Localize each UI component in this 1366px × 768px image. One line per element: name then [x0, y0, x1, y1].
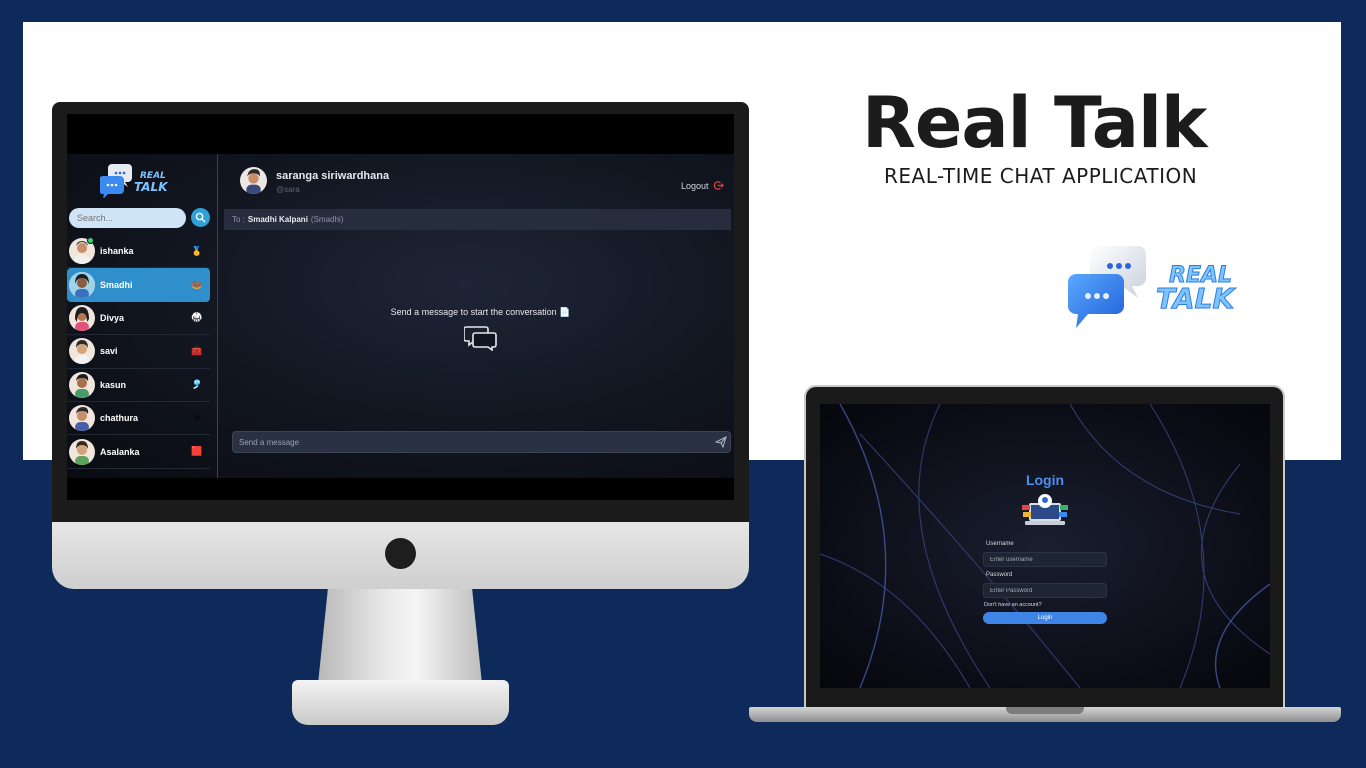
current-user-name: saranga siriwardhana	[276, 170, 390, 182]
search-input[interactable]	[69, 208, 186, 228]
username-input[interactable]	[983, 552, 1107, 567]
contact-item-kasun[interactable]: kasun 🎐	[67, 369, 210, 402]
logout-label: Logout	[681, 180, 709, 191]
online-indicator	[87, 237, 94, 244]
contact-emoji: 🍩	[191, 279, 203, 290]
contact-name: Divya	[100, 312, 125, 323]
signup-link[interactable]: Don't have an account?	[984, 602, 1042, 608]
recipient-handle: (Smadhi)	[310, 215, 344, 224]
avatar	[69, 438, 95, 465]
contact-item-smadhi[interactable]: Smadhi 🍩	[67, 268, 210, 302]
contact-emoji: 🧰	[191, 345, 203, 356]
imac-stand-neck	[318, 589, 482, 684]
contact-name: chathura	[100, 413, 139, 424]
recipient-name: Smadhi Kalpani	[247, 215, 308, 224]
chat-app: REAL TALK ishanka 🥇	[67, 154, 734, 478]
contact-emoji: 🥋	[191, 312, 203, 323]
login-title: Login	[1025, 472, 1065, 488]
search-button[interactable]	[191, 208, 210, 227]
avatar	[69, 272, 95, 299]
contact-name: savi	[100, 346, 118, 357]
avatar	[69, 338, 95, 365]
contact-list: ishanka 🥇 Smadhi 🍩 Divya 🥋 savi 🧰 kasun …	[67, 235, 210, 469]
contact-name: ishanka	[100, 246, 134, 257]
contact-item-savi[interactable]: savi 🧰	[67, 335, 210, 369]
contact-item-chathura[interactable]: chathura ⚪	[67, 402, 210, 436]
svg-text:TALK: TALK	[1156, 282, 1236, 315]
imac-screen: REAL TALK ishanka 🥇	[67, 114, 734, 500]
recipient-prefix: To :	[232, 215, 245, 224]
empty-conversation-text: Send a message to start the conversation…	[390, 307, 571, 317]
avatar	[69, 405, 95, 432]
real-talk-logo: REAL TALK	[1068, 246, 1237, 328]
recipient-bar: To : Smadhi Kalpani (Smadhi)	[224, 209, 731, 230]
laptop-network-icon	[1022, 494, 1068, 525]
password-input[interactable]	[983, 583, 1107, 598]
imac-logo-dot	[385, 538, 416, 569]
imac-stand-foot	[292, 680, 509, 725]
svg-text:TALK: TALK	[134, 180, 169, 194]
chat-panel: saranga siriwardhana @sara Logout To : S…	[218, 154, 734, 478]
contact-emoji: 🎐	[191, 379, 203, 390]
send-icon[interactable]	[715, 436, 727, 448]
laptop-notch	[1006, 707, 1084, 714]
logout-button[interactable]: Logout	[681, 180, 724, 191]
chat-bubbles-icon	[464, 326, 497, 351]
page-subtitle: REAL-TIME CHAT APPLICATION	[884, 164, 1198, 188]
message-input[interactable]	[239, 436, 699, 449]
logout-icon	[713, 181, 724, 190]
page-title: Real Talk	[862, 82, 1207, 164]
contact-name: Smadhi	[100, 280, 133, 291]
background-swirl	[820, 404, 1270, 688]
contact-emoji: ⚪	[193, 412, 201, 423]
contact-emoji: 🥇	[191, 245, 203, 256]
avatar	[69, 371, 95, 398]
contact-emoji: 🟥	[191, 446, 203, 457]
contact-item-divya[interactable]: Divya 🥋	[67, 302, 210, 336]
search-icon	[195, 212, 206, 223]
user-avatar[interactable]	[240, 167, 267, 194]
avatar	[69, 304, 95, 331]
contact-name: Asalanka	[100, 446, 140, 457]
contact-item-asalanka[interactable]: Asalanka 🟥	[67, 435, 210, 469]
laptop-screen: Login Username Password Don't have an ac…	[820, 404, 1270, 688]
sidebar-logo: REAL TALK	[100, 164, 169, 198]
login-button[interactable]: Login	[983, 612, 1107, 624]
password-label: Password	[986, 572, 1013, 578]
sidebar: REAL TALK ishanka 🥇	[67, 154, 218, 478]
contact-name: kasun	[100, 379, 127, 390]
current-user-handle: @sara	[276, 185, 300, 194]
message-composer	[232, 431, 731, 453]
username-label: Username	[986, 541, 1014, 547]
contact-item-ishanka[interactable]: ishanka 🥇	[67, 235, 210, 269]
